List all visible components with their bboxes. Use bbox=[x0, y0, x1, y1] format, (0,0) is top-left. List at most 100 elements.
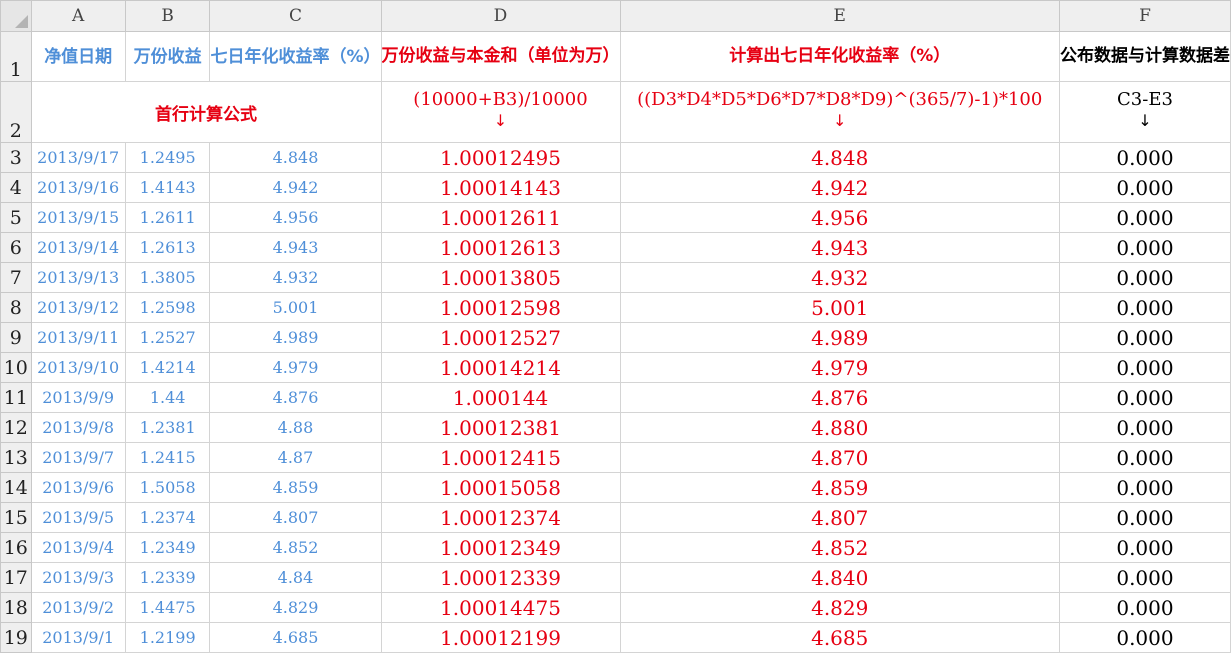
cell-income[interactable]: 1.44 bbox=[124, 382, 211, 413]
cell-computed-yield[interactable]: 4.932 bbox=[619, 262, 1060, 293]
cell-seven-day-yield[interactable]: 4.87 bbox=[209, 442, 382, 473]
cell-seven-day-yield[interactable]: 4.943 bbox=[209, 232, 382, 263]
cell-seven-day-yield[interactable]: 4.956 bbox=[209, 202, 382, 233]
row-header[interactable]: 6 bbox=[0, 232, 32, 263]
cell-difference[interactable]: 0.000 bbox=[1058, 472, 1231, 503]
cell-formula-d[interactable]: (10000+B3)/10000 ↓ bbox=[380, 81, 621, 143]
cell-date[interactable]: 2013/9/17 bbox=[30, 142, 126, 173]
row-header[interactable]: 16 bbox=[0, 532, 32, 563]
cell-income[interactable]: 1.2339 bbox=[124, 562, 211, 593]
cell-principal-sum[interactable]: 1.00014214 bbox=[380, 352, 621, 383]
cell-difference[interactable]: 0.000 bbox=[1058, 502, 1231, 533]
row-header[interactable]: 13 bbox=[0, 442, 32, 473]
cell-principal-sum[interactable]: 1.00012415 bbox=[380, 442, 621, 473]
cell-principal-sum[interactable]: 1.00012598 bbox=[380, 292, 621, 323]
cell-difference[interactable]: 0.000 bbox=[1058, 202, 1231, 233]
cell-difference[interactable]: 0.000 bbox=[1058, 592, 1231, 623]
cell-formula-f[interactable]: C3-E3 ↓ bbox=[1058, 81, 1231, 143]
cell-header-computed-yield[interactable]: 计算出七日年化收益率（%） bbox=[619, 31, 1060, 82]
cell-date[interactable]: 2013/9/13 bbox=[30, 262, 126, 293]
cell-computed-yield[interactable]: 4.840 bbox=[619, 562, 1060, 593]
cell-date[interactable]: 2013/9/16 bbox=[30, 172, 126, 203]
cell-principal-sum[interactable]: 1.00012199 bbox=[380, 622, 621, 653]
cell-difference[interactable]: 0.000 bbox=[1058, 412, 1231, 443]
row-header[interactable]: 19 bbox=[0, 622, 32, 653]
cell-difference[interactable]: 0.000 bbox=[1058, 292, 1231, 323]
cell-principal-sum[interactable]: 1.00012381 bbox=[380, 412, 621, 443]
cell-seven-day-yield[interactable]: 4.84 bbox=[209, 562, 382, 593]
cell-difference[interactable]: 0.000 bbox=[1058, 562, 1231, 593]
cell-date[interactable]: 2013/9/2 bbox=[30, 592, 126, 623]
cell-date[interactable]: 2013/9/9 bbox=[30, 382, 126, 413]
cell-date[interactable]: 2013/9/14 bbox=[30, 232, 126, 263]
cell-difference[interactable]: 0.000 bbox=[1058, 172, 1231, 203]
cell-computed-yield[interactable]: 4.943 bbox=[619, 232, 1060, 263]
row-header[interactable]: 11 bbox=[0, 382, 32, 413]
cell-seven-day-yield[interactable]: 4.852 bbox=[209, 532, 382, 563]
cell-computed-yield[interactable]: 4.989 bbox=[619, 322, 1060, 353]
cell-computed-yield[interactable]: 4.859 bbox=[619, 472, 1060, 503]
row-header[interactable]: 14 bbox=[0, 472, 32, 503]
cell-principal-sum[interactable]: 1.00012349 bbox=[380, 532, 621, 563]
row-header[interactable]: 18 bbox=[0, 592, 32, 623]
row-header[interactable]: 1 bbox=[0, 31, 32, 82]
cell-computed-yield[interactable]: 4.829 bbox=[619, 592, 1060, 623]
cell-date[interactable]: 2013/9/11 bbox=[30, 322, 126, 353]
cell-difference[interactable]: 0.000 bbox=[1058, 622, 1231, 653]
cell-computed-yield[interactable]: 5.001 bbox=[619, 292, 1060, 323]
cell-income[interactable]: 1.2598 bbox=[124, 292, 211, 323]
cell-seven-day-yield[interactable]: 4.876 bbox=[209, 382, 382, 413]
column-header-d[interactable]: D bbox=[380, 0, 621, 32]
cell-computed-yield[interactable]: 4.942 bbox=[619, 172, 1060, 203]
row-header[interactable]: 7 bbox=[0, 262, 32, 293]
cell-seven-day-yield[interactable]: 4.829 bbox=[209, 592, 382, 623]
cell-income[interactable]: 1.4475 bbox=[124, 592, 211, 623]
cell-date[interactable]: 2013/9/5 bbox=[30, 502, 126, 533]
cell-seven-day-yield[interactable]: 4.685 bbox=[209, 622, 382, 653]
row-header[interactable]: 3 bbox=[0, 142, 32, 173]
cell-difference[interactable]: 0.000 bbox=[1058, 532, 1231, 563]
cell-principal-sum[interactable]: 1.00015058 bbox=[380, 472, 621, 503]
row-header[interactable]: 2 bbox=[0, 81, 32, 143]
cell-computed-yield[interactable]: 4.956 bbox=[619, 202, 1060, 233]
cell-principal-sum[interactable]: 1.00012374 bbox=[380, 502, 621, 533]
row-header[interactable]: 4 bbox=[0, 172, 32, 203]
cell-date[interactable]: 2013/9/6 bbox=[30, 472, 126, 503]
cell-first-row-formula-label[interactable]: 首行计算公式 bbox=[30, 81, 382, 143]
cell-principal-sum[interactable]: 1.00012527 bbox=[380, 322, 621, 353]
cell-principal-sum[interactable]: 1.00012611 bbox=[380, 202, 621, 233]
cell-date[interactable]: 2013/9/1 bbox=[30, 622, 126, 653]
cell-principal-sum[interactable]: 1.00013805 bbox=[380, 262, 621, 293]
cell-income[interactable]: 1.2613 bbox=[124, 232, 211, 263]
cell-difference[interactable]: 0.000 bbox=[1058, 322, 1231, 353]
row-header[interactable]: 5 bbox=[0, 202, 32, 233]
cell-date[interactable]: 2013/9/15 bbox=[30, 202, 126, 233]
cell-seven-day-yield[interactable]: 4.932 bbox=[209, 262, 382, 293]
cell-computed-yield[interactable]: 4.807 bbox=[619, 502, 1060, 533]
cell-computed-yield[interactable]: 4.979 bbox=[619, 352, 1060, 383]
cell-principal-sum[interactable]: 1.00014143 bbox=[380, 172, 621, 203]
cell-seven-day-yield[interactable]: 4.989 bbox=[209, 322, 382, 353]
cell-date[interactable]: 2013/9/8 bbox=[30, 412, 126, 443]
row-header[interactable]: 17 bbox=[0, 562, 32, 593]
cell-seven-day-yield[interactable]: 4.807 bbox=[209, 502, 382, 533]
cell-difference[interactable]: 0.000 bbox=[1058, 142, 1231, 173]
cell-income[interactable]: 1.2415 bbox=[124, 442, 211, 473]
cell-income[interactable]: 1.5058 bbox=[124, 472, 211, 503]
cell-header-difference[interactable]: 公布数据与计算数据差 bbox=[1058, 31, 1231, 82]
column-header-b[interactable]: B bbox=[124, 0, 211, 32]
select-all-corner[interactable] bbox=[0, 0, 32, 32]
cell-computed-yield[interactable]: 4.852 bbox=[619, 532, 1060, 563]
cell-income[interactable]: 1.2349 bbox=[124, 532, 211, 563]
cell-income[interactable]: 1.2381 bbox=[124, 412, 211, 443]
column-header-f[interactable]: F bbox=[1058, 0, 1231, 32]
cell-seven-day-yield[interactable]: 5.001 bbox=[209, 292, 382, 323]
cell-computed-yield[interactable]: 4.870 bbox=[619, 442, 1060, 473]
cell-difference[interactable]: 0.000 bbox=[1058, 262, 1231, 293]
cell-seven-day-yield[interactable]: 4.88 bbox=[209, 412, 382, 443]
cell-header-principal-sum[interactable]: 万份收益与本金和（单位为万） bbox=[380, 31, 621, 82]
cell-difference[interactable]: 0.000 bbox=[1058, 382, 1231, 413]
cell-income[interactable]: 1.2374 bbox=[124, 502, 211, 533]
cell-formula-e[interactable]: ((D3*D4*D5*D6*D7*D8*D9)^(365/7)-1)*100 ↓ bbox=[619, 81, 1060, 143]
cell-date[interactable]: 2013/9/10 bbox=[30, 352, 126, 383]
